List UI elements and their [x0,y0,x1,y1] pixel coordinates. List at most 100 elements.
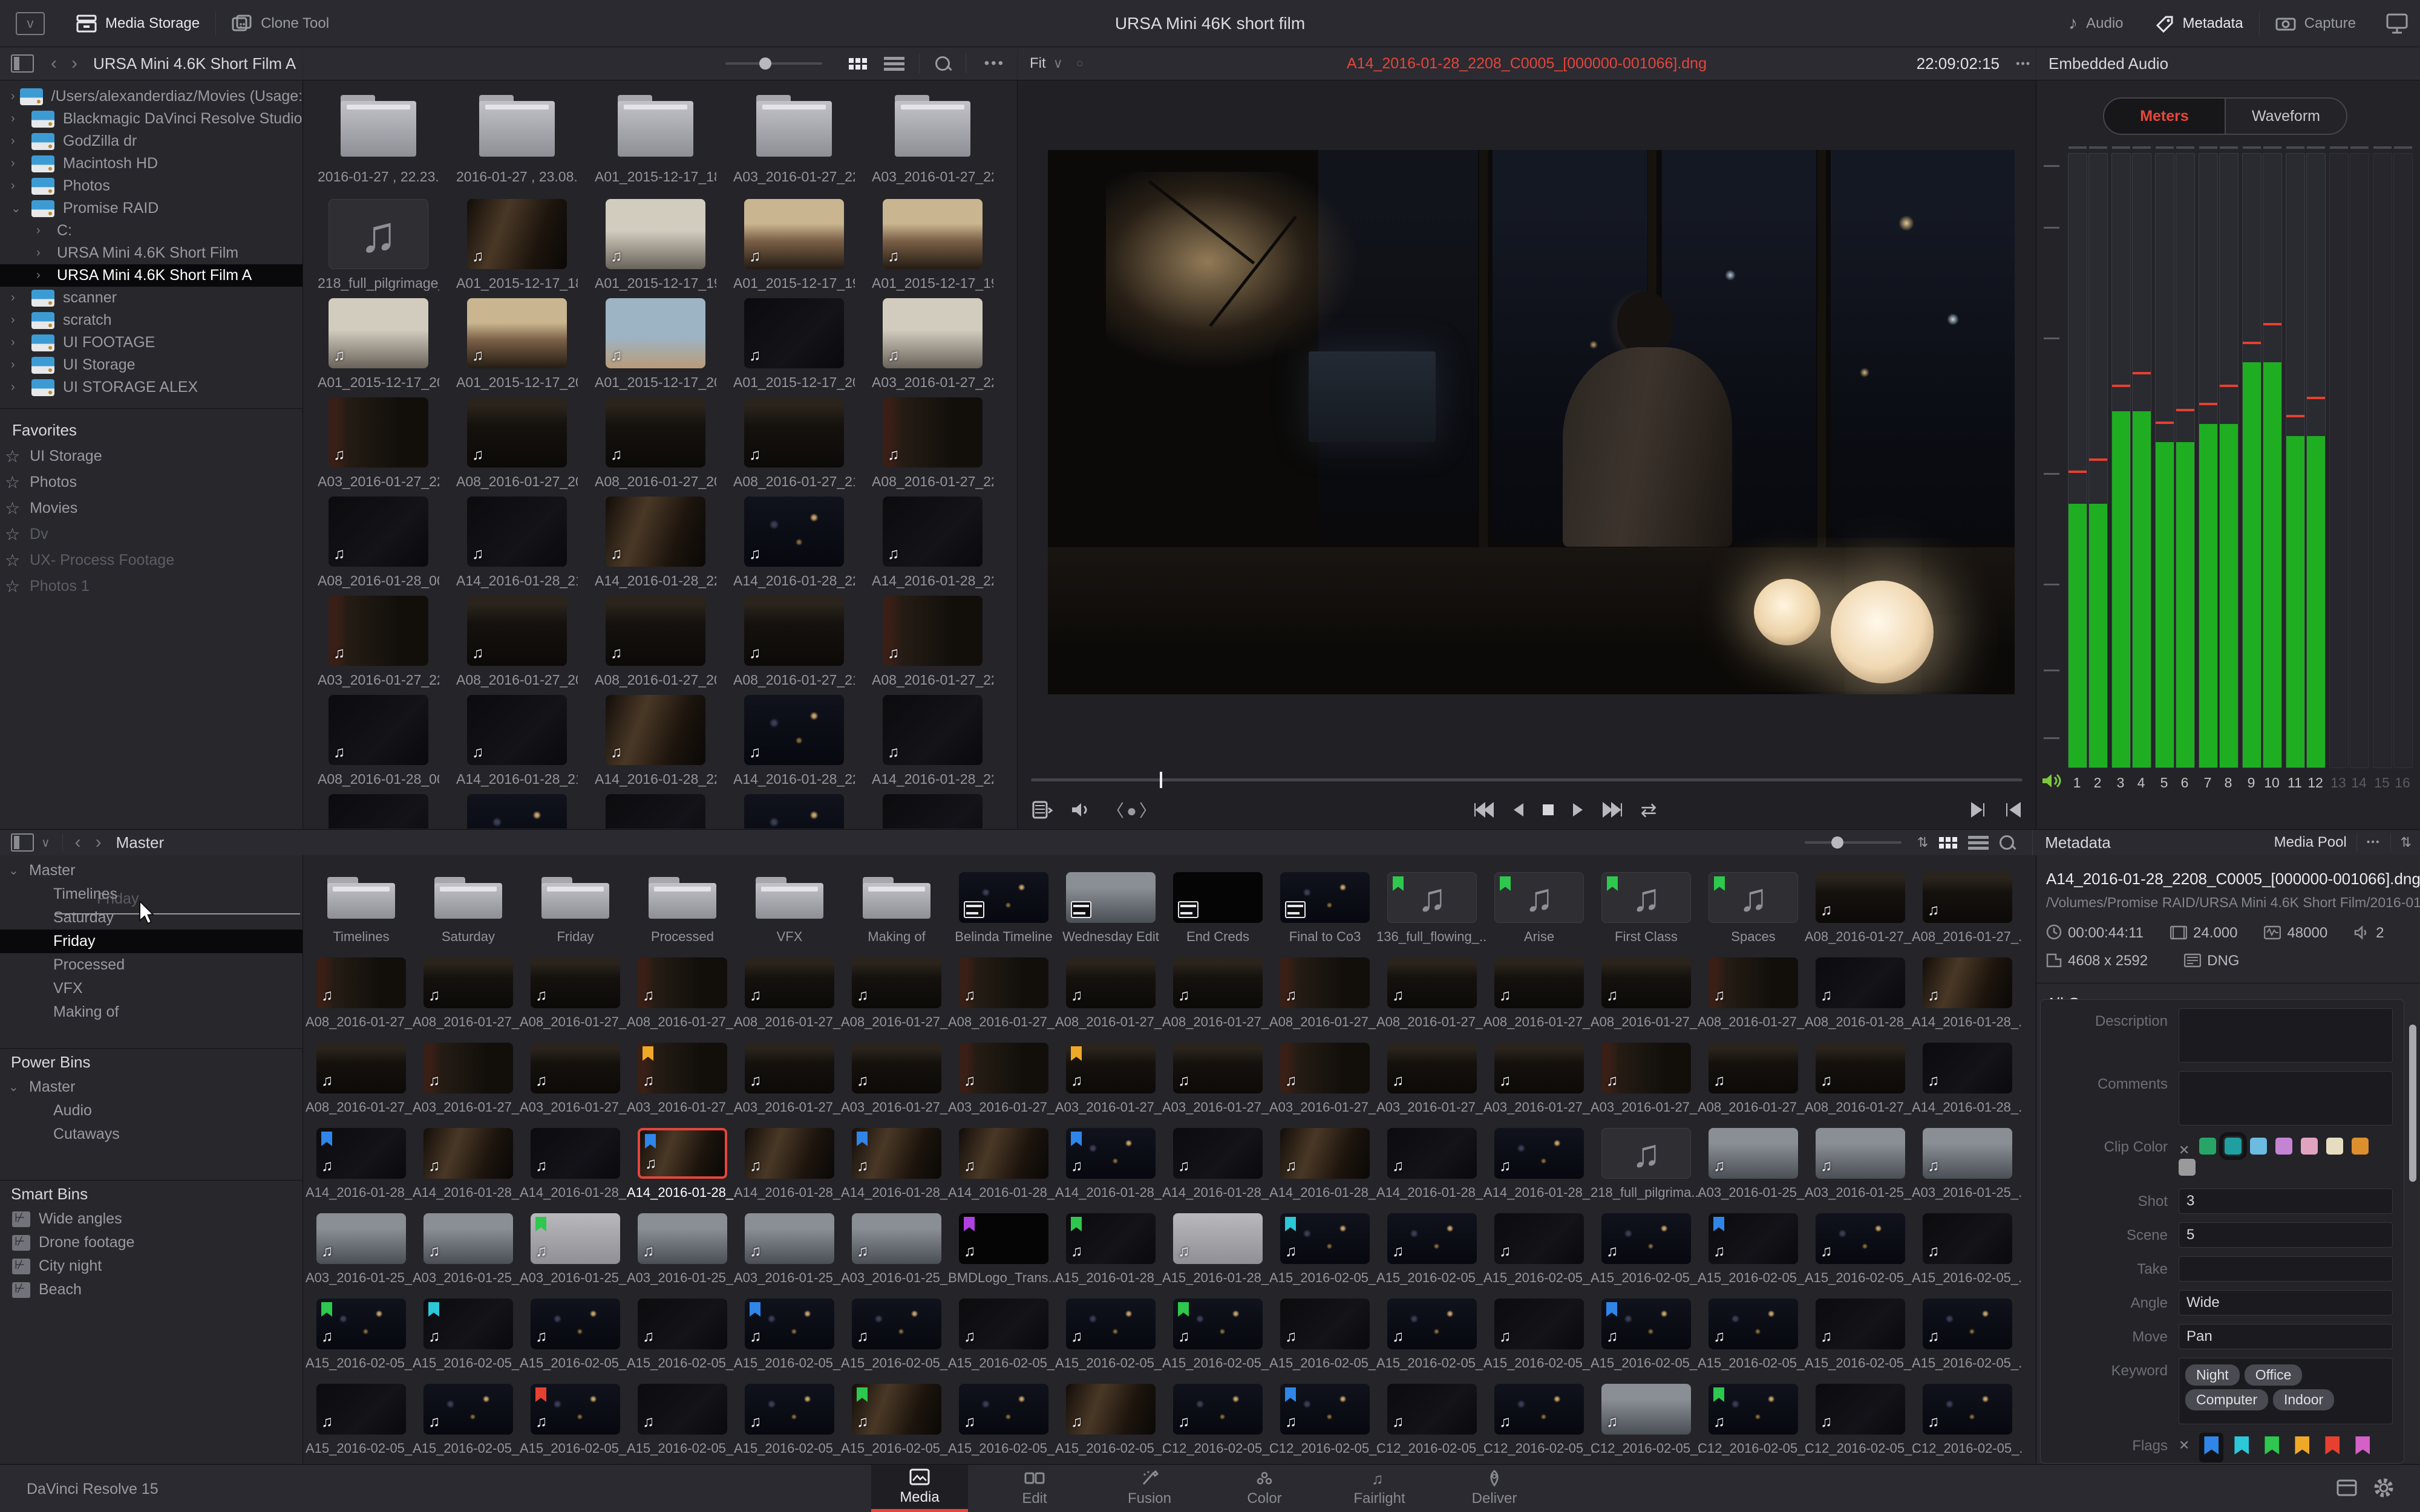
storage-tree-item[interactable]: › UI FOOTAGE [0,331,302,354]
storage-tree-item[interactable]: › Macintosh HD [0,152,302,175]
folder-thumbnail[interactable] [862,872,931,919]
timeline-thumbnail[interactable] [1280,872,1370,923]
video-clip-thumbnail[interactable]: ♫ [606,298,705,368]
project-manager-icon[interactable] [2337,1478,2357,1497]
video-clip-thumbnail[interactable]: ♫ [745,1043,834,1093]
favorite-item[interactable]: ☆ Dv [0,521,302,547]
video-clip-thumbnail[interactable]: ♫ [638,1213,727,1264]
fullscreen-icon[interactable] [2386,13,2408,34]
video-clip-thumbnail[interactable]: ♫ [1494,1384,1584,1435]
video-clip-thumbnail[interactable]: ♫ [852,1128,941,1179]
in-out-marks[interactable]: 〈●〉 [1107,798,1159,822]
tree-chevron-icon[interactable]: › [11,291,27,305]
smart-bin-item[interactable]: Beach [0,1278,302,1302]
video-clip-thumbnail[interactable]: ♫ [638,957,727,1008]
video-clip-thumbnail[interactable]: ♫ [1601,1384,1691,1435]
storage-tree-item[interactable]: › Blackmagic DaVinci Resolve Studio [0,108,302,130]
video-clip-thumbnail[interactable]: ♫ [1280,1043,1370,1093]
panel-toggle-icon[interactable]: v [16,11,45,35]
metadata-options-icon[interactable]: ••• [2367,837,2381,848]
clone-tool-button[interactable]: Clone Tool [216,0,345,47]
folder-thumbnail[interactable] [340,90,417,157]
video-clip-thumbnail[interactable]: ♫ [1923,1128,2012,1179]
timeline-thumbnail[interactable] [959,872,1048,923]
scene-input[interactable]: 5 [2179,1222,2393,1248]
pool-list-view-icon[interactable] [1968,835,1989,850]
video-clip-thumbnail[interactable]: ♫ [531,957,620,1008]
tree-chevron-icon[interactable]: › [11,112,27,126]
tree-chevron-icon[interactable]: › [11,179,27,193]
clear-flag-button[interactable]: ✕ [2179,1438,2189,1453]
clear-color-button[interactable]: ✕ [2179,1142,2189,1158]
video-clip-thumbnail[interactable]: ♫ [959,1299,1048,1349]
video-clip-thumbnail[interactable]: ♫ [531,1299,620,1349]
audio-clip-thumbnail[interactable]: ♫ [1494,872,1584,923]
video-clip-thumbnail[interactable]: ♫ [1280,1213,1370,1264]
sidebar-toggle-icon[interactable] [11,54,34,73]
video-clip-thumbnail[interactable]: ♫ [1066,1384,1156,1435]
video-clip-thumbnail[interactable]: ♫ [531,1384,620,1435]
video-clip-thumbnail[interactable]: ♫ [1387,957,1477,1008]
video-clip-thumbnail[interactable]: ♫ [883,199,983,269]
folder-thumbnail[interactable] [327,872,396,919]
timeline-thumbnail[interactable] [1173,872,1263,923]
folder-thumbnail[interactable] [434,872,503,919]
description-textarea[interactable] [2179,1008,2393,1063]
video-clip-thumbnail[interactable]: ♫ [606,596,705,666]
bin-item[interactable]: Audio [0,1099,302,1123]
bin-item[interactable]: ⌄ Master [0,1075,302,1099]
tree-chevron-icon[interactable]: › [11,134,27,148]
nav-page-color[interactable]: Color [1216,1465,1313,1512]
video-clip-thumbnail[interactable]: ♫ [745,1299,834,1349]
video-clip-thumbnail[interactable]: ♫ [1494,1043,1584,1093]
flag-swatch[interactable] [2325,1436,2340,1455]
video-clip-thumbnail[interactable]: ♫ [329,298,428,368]
video-clip-thumbnail[interactable]: ♫ [638,1128,727,1179]
match-frame-button[interactable] [2004,802,2021,818]
bin-item[interactable]: Making of [0,1000,302,1024]
flag-swatch[interactable] [2355,1436,2370,1455]
folder-thumbnail[interactable] [617,90,694,157]
video-clip-thumbnail[interactable]: ♫ [883,497,983,567]
video-clip-thumbnail[interactable]: ♫ [744,695,844,765]
video-clip-thumbnail[interactable]: ♫ [424,1213,513,1264]
folder-thumbnail[interactable] [648,872,717,919]
audio-clip-thumbnail[interactable]: ♫ [1601,1128,1691,1179]
back-arrow[interactable]: ‹ [68,832,88,853]
video-clip-thumbnail[interactable]: ♫ [1066,1043,1156,1093]
storage-tree-item[interactable]: › URSA Mini 4.6K Short Film A [0,264,302,287]
tree-chevron-icon[interactable]: › [11,358,27,372]
clip-view-dropdown[interactable] [1032,801,1053,819]
forward-arrow[interactable]: › [64,53,85,74]
video-clip-thumbnail[interactable]: ♫ [606,497,705,567]
video-clip-thumbnail[interactable]: ♫ [883,397,983,468]
video-clip-thumbnail[interactable]: ♫ [1173,1213,1263,1264]
take-input[interactable] [2179,1256,2393,1282]
audio-panel-button[interactable]: ♪ Audio [2053,0,2139,47]
viewer-options-icon[interactable]: ••• [2016,57,2031,70]
video-clip-thumbnail[interactable]: ♫ [1387,1299,1477,1349]
folder-thumbnail[interactable] [479,90,555,157]
video-clip-thumbnail[interactable]: ♫ [316,1128,406,1179]
video-clip-thumbnail[interactable]: ♫ [329,695,428,765]
media-pool-button[interactable]: Media Pool [2274,834,2347,851]
tree-chevron-icon[interactable]: › [11,313,27,327]
step-back-button[interactable] [1511,802,1525,818]
video-clip-thumbnail[interactable]: ♫ [1816,872,1905,923]
timeline-thumbnail[interactable] [1066,872,1156,923]
favorite-item[interactable]: ☆ Photos [0,469,302,495]
video-clip-thumbnail[interactable]: ♫ [424,1043,513,1093]
video-clip-thumbnail[interactable]: ♫ [467,695,567,765]
pool-thumb-size-slider[interactable] [1804,836,1902,849]
video-clip-thumbnail[interactable]: ♫ [638,1384,727,1435]
stop-button[interactable] [1542,803,1555,816]
favorite-item[interactable]: ☆ UI Storage [0,443,302,469]
video-clip-thumbnail[interactable]: ♫ [1709,1213,1798,1264]
video-clip-thumbnail[interactable]: ♫ [959,1043,1048,1093]
video-clip-thumbnail[interactable]: ♫ [1173,1043,1263,1093]
video-clip-thumbnail[interactable]: ♫ [1066,1128,1156,1179]
grid-view-icon[interactable] [848,57,867,70]
keyword-box[interactable]: Night Office Computer Indoor [2179,1358,2393,1424]
shot-input[interactable]: 3 [2179,1188,2393,1214]
video-clip-thumbnail[interactable]: ♫ [1387,1213,1477,1264]
